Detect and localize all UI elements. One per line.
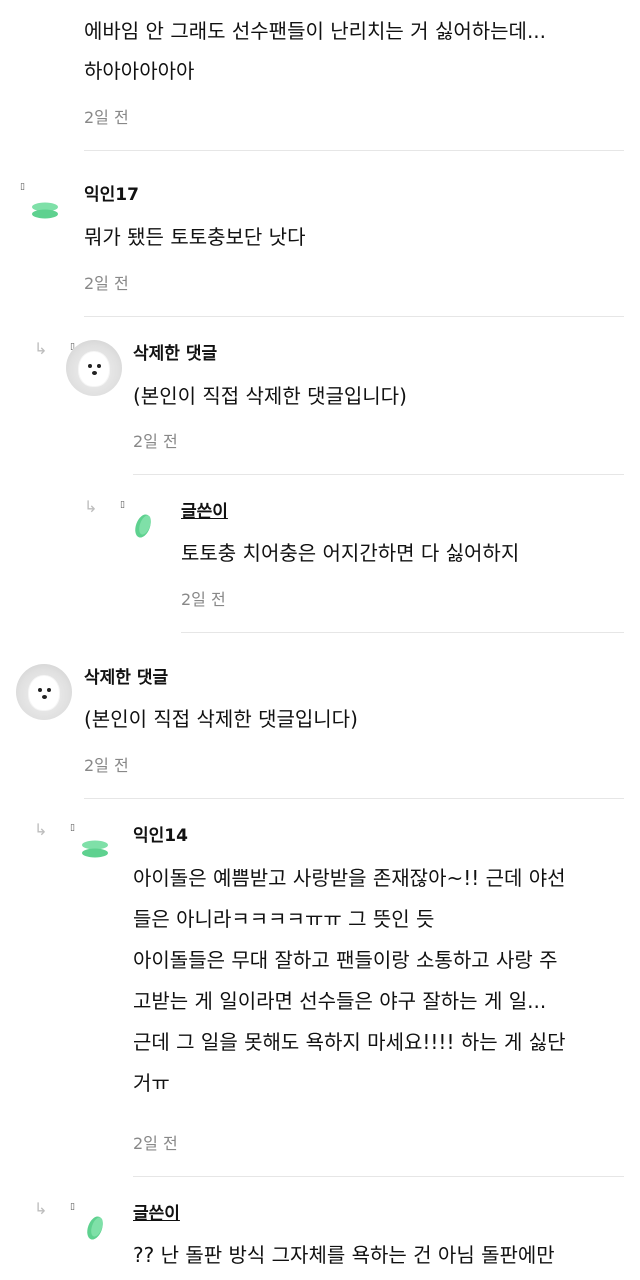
comment-time: 2일 전 bbox=[84, 274, 129, 293]
comment-time: 2일 전 bbox=[84, 108, 129, 127]
green-disc-icon[interactable] bbox=[84, 1214, 106, 1242]
comment-author[interactable]: 익인14 bbox=[133, 825, 188, 847]
comment-divider bbox=[84, 316, 624, 317]
comment-author[interactable]: 삭제한 댓글 bbox=[133, 343, 217, 365]
dog-avatar[interactable] bbox=[16, 664, 72, 720]
comment-body-line: 거ㅠ bbox=[133, 1071, 170, 1095]
comment-body-line: ?? 난 돌판 방식 그자체를 욕하는 건 아님 돌판에만 bbox=[133, 1243, 555, 1267]
comment-body-line: 고받는 게 일이라면 선수들은 야구 잘하는 게 일... bbox=[133, 989, 547, 1013]
tiny-box-icon: ▯ bbox=[70, 1202, 75, 1212]
comment-body-line: 아이돌들은 무대 잘하고 팬들이랑 소통하고 사랑 주 bbox=[133, 948, 558, 972]
reply-arrow-icon: ↳ bbox=[34, 339, 48, 358]
comment-author[interactable]: 익인17 bbox=[84, 184, 139, 206]
comment-author[interactable]: 글쓴이 bbox=[181, 501, 228, 523]
comment-divider bbox=[133, 1176, 624, 1177]
green-disc-icon[interactable] bbox=[30, 200, 60, 222]
comment-body-line: 들은 아니라ㅋㅋㅋㅋㅠㅠ 그 뜻인 듯 bbox=[133, 907, 435, 931]
comment-author[interactable]: 글쓴이 bbox=[133, 1203, 180, 1225]
green-disc-icon[interactable] bbox=[132, 512, 154, 540]
comment-body-line: 근데 그 일을 못해도 욕하지 마세요!!!! 하는 게 싫단 bbox=[133, 1030, 566, 1054]
comment-body-line: 아이돌은 예쁨받고 사랑받을 존재잖아~!! 근데 야선 bbox=[133, 866, 566, 890]
tiny-box-icon: ▯ bbox=[70, 823, 75, 833]
dog-avatar[interactable] bbox=[66, 340, 122, 396]
comment-divider bbox=[133, 474, 624, 475]
comment-body-line: (본인이 직접 삭제한 댓글입니다) bbox=[84, 707, 358, 731]
comment-divider bbox=[181, 632, 624, 633]
comment-body-line: 에바임 안 그래도 선수팬들이 난리치는 거 싫어하는데... bbox=[84, 19, 547, 43]
tiny-box-icon: ▯ bbox=[20, 182, 25, 192]
tiny-box-icon: ▯ bbox=[120, 500, 125, 510]
comment-time: 2일 전 bbox=[133, 1134, 178, 1153]
comment-time: 2일 전 bbox=[84, 756, 129, 775]
comment-body-line: 하아아아아아 bbox=[84, 59, 195, 83]
comment-body-line: (본인이 직접 삭제한 댓글입니다) bbox=[133, 384, 407, 408]
comment-author[interactable]: 삭제한 댓글 bbox=[84, 667, 168, 689]
reply-arrow-icon: ↳ bbox=[34, 820, 48, 839]
comment-time: 2일 전 bbox=[181, 590, 226, 609]
reply-arrow-icon: ↳ bbox=[84, 497, 98, 516]
comment-time: 2일 전 bbox=[133, 432, 178, 451]
reply-arrow-icon: ↳ bbox=[34, 1199, 48, 1218]
green-disc-icon[interactable] bbox=[80, 838, 110, 862]
comment-divider bbox=[84, 150, 624, 151]
comment-body-line: 토토충 치어충은 어지간하면 다 싫어하지 bbox=[181, 541, 520, 565]
comment-body-line: 뭐가 됐든 토토충보단 낫다 bbox=[84, 225, 306, 249]
comment-divider bbox=[84, 798, 624, 799]
